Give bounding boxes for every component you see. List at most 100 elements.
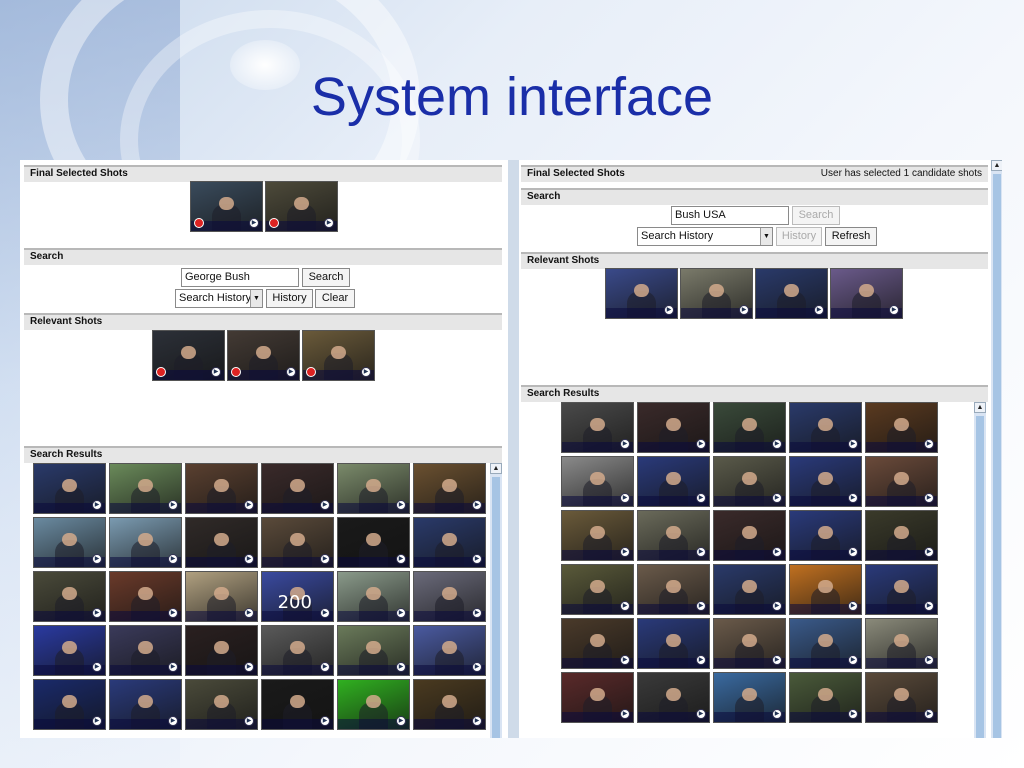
play-icon[interactable]: ▶ [472,608,482,618]
video-shot-thumbnail[interactable]: ▶ [185,517,258,568]
play-icon[interactable]: ▶ [620,493,630,503]
play-icon[interactable]: ▶ [772,439,782,449]
play-icon[interactable]: ▶ [472,662,482,672]
video-shot-thumbnail[interactable]: ▶ [637,564,710,615]
video-shot-thumbnail[interactable]: ▶ [413,625,486,676]
search-input[interactable]: George Bush [181,268,299,287]
video-shot-thumbnail[interactable]: ▶ [637,510,710,561]
video-shot-thumbnail[interactable]: ▶ [109,679,182,730]
video-shot-thumbnail[interactable]: ▶ [190,181,263,232]
video-shot-thumbnail[interactable]: ▶ [413,517,486,568]
video-shot-thumbnail[interactable]: ▶ [755,268,828,319]
video-shot-thumbnail[interactable]: ▶ [109,571,182,622]
play-icon[interactable]: ▶ [848,493,858,503]
video-shot-thumbnail[interactable]: ▶ [109,463,182,514]
play-icon[interactable]: ▶ [620,601,630,611]
video-shot-thumbnail[interactable]: ▶ [789,402,862,453]
video-shot-thumbnail[interactable]: ▶ [33,679,106,730]
play-icon[interactable]: ▶ [696,655,706,665]
video-shot-thumbnail[interactable]: ▶ [713,510,786,561]
video-shot-thumbnail[interactable]: ▶ [789,456,862,507]
video-shot-thumbnail[interactable]: ▶ [261,625,334,676]
video-shot-thumbnail[interactable]: ▶ [185,679,258,730]
play-icon[interactable]: ▶ [168,500,178,510]
play-icon[interactable]: ▶ [924,493,934,503]
play-icon[interactable]: ▶ [168,662,178,672]
history-button[interactable]: History [266,289,313,308]
video-shot-thumbnail[interactable]: ▶ [637,618,710,669]
chevron-down-icon[interactable]: ▼ [250,290,262,307]
play-icon[interactable]: ▶ [92,662,102,672]
video-shot-thumbnail[interactable]: ▶ [261,679,334,730]
play-icon[interactable]: ▶ [472,500,482,510]
play-icon[interactable]: ▶ [396,716,406,726]
results-scrollbar[interactable]: ▲ [490,463,502,738]
video-shot-thumbnail[interactable]: ▶ [789,672,862,723]
video-shot-thumbnail[interactable]: ▶ [413,571,486,622]
play-icon[interactable]: ▶ [620,547,630,557]
play-icon[interactable]: ▶ [472,554,482,564]
play-icon[interactable]: ▶ [472,716,482,726]
play-icon[interactable]: ▶ [772,547,782,557]
play-icon[interactable]: ▶ [396,500,406,510]
play-icon[interactable]: ▶ [772,601,782,611]
play-icon[interactable]: ▶ [92,608,102,618]
play-icon[interactable]: ▶ [889,305,899,315]
play-icon[interactable]: ▶ [92,554,102,564]
video-shot-thumbnail[interactable]: ▶ [561,618,634,669]
search-history-select[interactable]: Search History ▼ [175,289,263,308]
play-icon[interactable]: ▶ [320,554,330,564]
video-shot-thumbnail[interactable]: ▶ [227,330,300,381]
video-shot-thumbnail[interactable]: ▶ [33,625,106,676]
play-icon[interactable]: ▶ [924,547,934,557]
video-shot-thumbnail[interactable]: ▶ [261,463,334,514]
video-shot-thumbnail[interactable]: ▶ [302,330,375,381]
play-icon[interactable]: ▶ [396,554,406,564]
video-shot-thumbnail[interactable]: ▶ [865,510,938,561]
search-button[interactable]: Search [792,206,840,225]
video-shot-thumbnail[interactable]: ▶ [713,618,786,669]
play-icon[interactable]: ▶ [361,367,371,377]
scroll-thumb[interactable] [993,174,1001,738]
video-shot-thumbnail[interactable]: ▶ [561,564,634,615]
search-history-select[interactable]: Search History ▼ [637,227,773,246]
video-shot-thumbnail[interactable]: ▶ [713,456,786,507]
play-icon[interactable]: ▶ [244,608,254,618]
video-shot-thumbnail[interactable]: ▶ [865,402,938,453]
play-icon[interactable]: ▶ [924,655,934,665]
search-button[interactable]: Search [302,268,350,287]
video-shot-thumbnail[interactable]: ▶ [637,402,710,453]
video-shot-thumbnail[interactable]: ▶ [413,463,486,514]
video-shot-thumbnail[interactable]: ▶ [337,517,410,568]
clear-button[interactable]: Clear [315,289,355,308]
video-shot-thumbnail[interactable]: ▶ [337,571,410,622]
play-icon[interactable]: ▶ [92,500,102,510]
results-scrollbar[interactable]: ▲ [974,402,986,738]
remove-icon[interactable] [269,218,279,228]
play-icon[interactable]: ▶ [396,608,406,618]
history-button[interactable]: History [776,227,822,246]
search-input[interactable]: Bush USA [671,206,789,225]
play-icon[interactable]: ▶ [814,305,824,315]
play-icon[interactable]: ▶ [320,716,330,726]
play-icon[interactable]: ▶ [396,662,406,672]
video-shot-thumbnail[interactable]: ▶ [680,268,753,319]
video-shot-thumbnail[interactable]: ▶ [865,672,938,723]
video-shot-thumbnail[interactable]: ▶ [33,517,106,568]
video-shot-thumbnail[interactable]: ▶ [33,571,106,622]
scroll-up-icon[interactable]: ▲ [991,160,1002,171]
play-icon[interactable]: ▶ [211,367,221,377]
video-shot-thumbnail[interactable]: ▶ [865,618,938,669]
remove-icon[interactable] [194,218,204,228]
page-scrollbar[interactable]: ▲ [991,160,1002,738]
remove-icon[interactable] [306,367,316,377]
play-icon[interactable]: ▶ [848,601,858,611]
video-shot-thumbnail[interactable]: ▶ [413,679,486,730]
video-shot-thumbnail[interactable]: ▶ [789,510,862,561]
video-shot-thumbnail[interactable]: ▶ [637,672,710,723]
video-shot-thumbnail[interactable]: ▶ [637,456,710,507]
scroll-thumb[interactable] [492,477,500,738]
video-shot-thumbnail[interactable]: ▶ [605,268,678,319]
play-icon[interactable]: ▶ [244,500,254,510]
video-shot-thumbnail[interactable]: 200 ▶ [261,571,334,622]
